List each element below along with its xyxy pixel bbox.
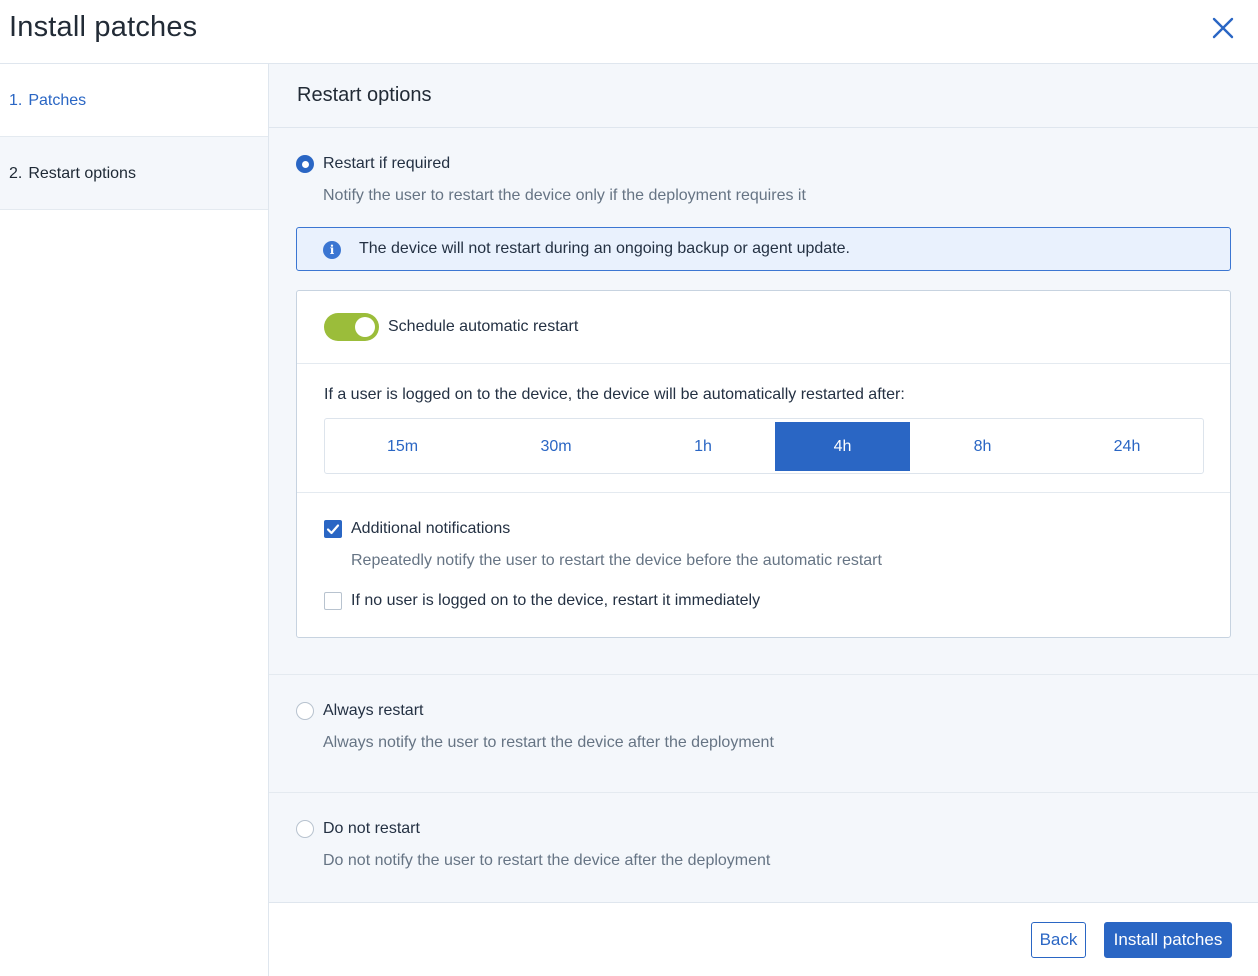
section-header: Restart options	[269, 64, 1258, 128]
interval-8h[interactable]: 8h	[910, 422, 1055, 471]
schedule-card: Schedule automatic restart If a user is …	[296, 290, 1231, 638]
checkbox-label[interactable]: Additional notifications	[351, 520, 510, 538]
section-divider	[269, 674, 1258, 675]
toggle-knob	[355, 317, 375, 337]
step-number: 1.	[9, 92, 23, 109]
step-label: Restart options	[28, 165, 136, 182]
interval-4h[interactable]: 4h	[775, 422, 910, 471]
info-text: The device will not restart during an on…	[359, 240, 850, 257]
option-label[interactable]: Do not restart	[323, 820, 420, 838]
step-number: 2.	[9, 165, 23, 182]
checkbox-description: Repeatedly notify the user to restart th…	[351, 552, 882, 569]
section-divider	[269, 792, 1258, 793]
checkbox-additional-notifications[interactable]	[324, 520, 342, 538]
interval-15m[interactable]: 15m	[325, 422, 480, 471]
schedule-toggle[interactable]	[324, 313, 379, 341]
info-icon: i	[323, 241, 341, 259]
toggle-label: Schedule automatic restart	[388, 318, 579, 335]
interval-1h[interactable]: 1h	[632, 422, 774, 471]
dialog-title: Install patches	[9, 11, 198, 43]
option-label[interactable]: Restart if required	[323, 155, 450, 173]
interval-24h[interactable]: 24h	[1055, 422, 1199, 471]
checkbox-restart-immediately[interactable]	[324, 592, 342, 610]
divider	[297, 492, 1230, 493]
option-label[interactable]: Always restart	[323, 702, 423, 720]
main-panel: Restart options Restart if required Noti…	[269, 64, 1258, 976]
dialog-footer: Back Install patches	[269, 902, 1258, 976]
checkbox-label[interactable]: If no user is logged on to the device, r…	[351, 592, 760, 610]
interval-30m[interactable]: 30m	[480, 422, 632, 471]
step-label: Patches	[28, 92, 87, 109]
option-description: Always notify the user to restart the de…	[323, 734, 774, 751]
radio-restart-if-required[interactable]	[296, 155, 314, 173]
step-patches[interactable]: 1. Patches	[0, 64, 268, 137]
back-button[interactable]: Back	[1031, 922, 1086, 958]
install-patches-button[interactable]: Install patches	[1104, 922, 1232, 958]
restart-after-label: If a user is logged on to the device, th…	[324, 386, 905, 403]
dialog-header: Install patches	[0, 0, 1258, 64]
interval-selector: 15m 30m 1h 4h 8h 24h	[324, 418, 1204, 474]
wizard-steps: 1. Patches 2. Restart options	[0, 64, 269, 976]
close-icon[interactable]	[1210, 15, 1236, 41]
info-banner: i The device will not restart during an …	[296, 227, 1231, 271]
radio-always-restart[interactable]	[296, 702, 314, 720]
section-title: Restart options	[297, 84, 432, 106]
step-restart-options[interactable]: 2. Restart options	[0, 137, 268, 210]
radio-do-not-restart[interactable]	[296, 820, 314, 838]
option-description: Notify the user to restart the device on…	[323, 187, 806, 204]
divider	[297, 363, 1230, 364]
option-description: Do not notify the user to restart the de…	[323, 852, 771, 869]
